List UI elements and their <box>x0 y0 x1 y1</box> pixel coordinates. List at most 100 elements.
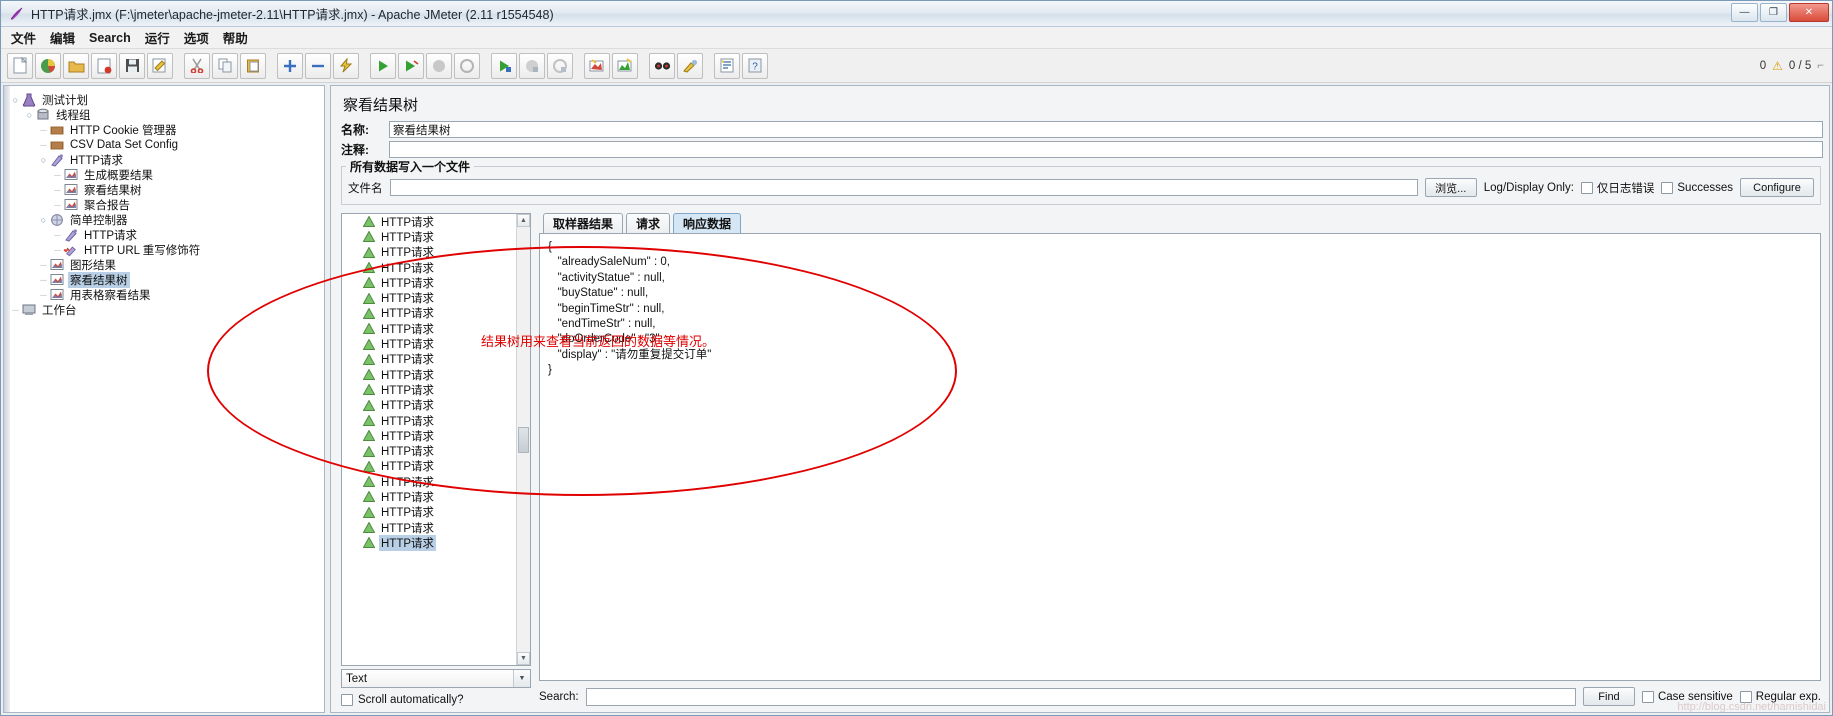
samples-rows[interactable]: HTTP请求 HTTP请求 HTTP请求 HTTP请求 HTTP请求 HTTP请求 HTTP… <box>342 214 530 551</box>
tree-item[interactable]: ○ 测试计划 <box>10 92 324 107</box>
tree-item[interactable]: ─ 察看结果树 <box>10 182 324 197</box>
close-icon[interactable] <box>91 52 117 79</box>
remote-stop-all-icon[interactable] <box>519 52 545 79</box>
sample-result-row[interactable]: HTTP请求 <box>342 489 530 504</box>
collapse-all-icon[interactable] <box>305 52 331 79</box>
tree-item[interactable]: ○ 线程组 <box>10 107 324 122</box>
sample-result-row[interactable]: HTTP请求 <box>342 398 530 413</box>
search-input[interactable] <box>585 687 1576 706</box>
sample-result-row[interactable]: HTTP请求 <box>342 336 530 351</box>
sample-result-row[interactable]: HTTP请求 <box>342 352 530 367</box>
maximize-button[interactable]: ❐ <box>1760 3 1787 22</box>
menu-item-search[interactable]: Search <box>89 31 131 45</box>
filename-input[interactable] <box>389 179 1418 196</box>
tab-response-data[interactable]: 响应数据 <box>673 213 742 233</box>
tree-item[interactable]: ○ 简单控制器 <box>10 212 324 227</box>
test-plan-tree-pane[interactable]: ○ 测试计划 ○ 线程组 ─ HTTP Cookie 管理器 ─ CSV Data Set C… <box>3 85 325 713</box>
tree-expand-handle[interactable]: ○ <box>38 155 49 165</box>
chevron-down-icon[interactable]: ▼ <box>513 670 530 687</box>
tree-item[interactable]: ─ HTTP请求 <box>10 227 324 242</box>
warning-triangle-icon[interactable]: ⚠ <box>1772 59 1783 73</box>
search-icon[interactable] <box>649 52 675 79</box>
help-icon[interactable]: ? <box>742 52 768 79</box>
tree-item[interactable]: ─ HTTP URL 重写修饰符 <box>10 242 324 257</box>
tree-item[interactable]: ○ HTTP请求 <box>10 152 324 167</box>
close-button[interactable]: ✕ <box>1789 3 1829 22</box>
tree-item[interactable]: ─ 察看结果树 <box>10 271 324 288</box>
templates-icon[interactable] <box>35 52 61 79</box>
sample-result-row[interactable]: HTTP请求 <box>342 321 530 336</box>
search-reset-icon[interactable] <box>677 52 703 79</box>
menu-item-run[interactable]: 运行 <box>145 28 170 47</box>
start-icon[interactable] <box>370 52 396 79</box>
tab-sampler-result[interactable]: 取样器结果 <box>543 213 624 233</box>
expand-all-icon[interactable] <box>277 52 303 79</box>
scroll-automatically-box[interactable] <box>341 694 353 706</box>
sample-result-row[interactable]: HTTP请求 <box>342 260 530 275</box>
samples-scrollbar[interactable]: ▲ ▼ <box>516 214 530 665</box>
sample-result-row[interactable]: HTTP请求 <box>342 428 530 443</box>
function-helper-icon[interactable] <box>714 52 740 79</box>
cut-icon[interactable] <box>184 52 210 79</box>
sample-result-row[interactable]: HTTP请求 <box>342 520 530 535</box>
clear-all-icon[interactable] <box>612 52 638 79</box>
tree-item[interactable]: ─ CSV Data Set Config <box>10 137 324 152</box>
menu-item-edit[interactable]: 编辑 <box>50 28 75 47</box>
sample-result-row[interactable]: HTTP请求 <box>342 229 530 244</box>
response-data-text[interactable]: { "alreadySaleNum" : 0, "activityStatue"… <box>539 233 1821 681</box>
shutdown-icon[interactable] <box>454 52 480 79</box>
sample-result-row[interactable]: HTTP请求 <box>342 275 530 290</box>
toggle-icon[interactable] <box>333 52 359 79</box>
clear-icon[interactable] <box>584 52 610 79</box>
remote-shutdown-all-icon[interactable] <box>547 52 573 79</box>
samples-list[interactable]: HTTP请求 HTTP请求 HTTP请求 HTTP请求 HTTP请求 HTTP请求 HTTP… <box>341 213 531 666</box>
paste-icon[interactable] <box>240 52 266 79</box>
start-no-pause-icon[interactable] <box>398 52 424 79</box>
tree-expand-handle[interactable]: ○ <box>24 110 35 120</box>
sample-result-row[interactable]: HTTP请求 <box>342 214 530 229</box>
tree-item[interactable]: ─ 用表格察看结果 <box>10 287 324 302</box>
errors-checkbox[interactable]: 仅日志错误 <box>1580 180 1654 196</box>
scroll-automatically-checkbox[interactable]: Scroll automatically? <box>341 694 531 706</box>
find-button[interactable]: Find <box>1582 687 1635 706</box>
tree-item[interactable]: ─ 聚合报告 <box>10 197 324 212</box>
save-as-icon[interactable] <box>147 52 173 79</box>
tree-expand-handle[interactable]: ○ <box>10 95 21 105</box>
sample-result-row[interactable]: HTTP请求 <box>342 245 530 260</box>
scrollbar-thumb[interactable] <box>518 426 529 453</box>
sample-result-row[interactable]: HTTP请求 <box>342 306 530 321</box>
stop-icon[interactable] <box>426 52 452 79</box>
successes-checkbox-box[interactable] <box>1661 181 1674 194</box>
errors-checkbox-box[interactable] <box>1580 181 1593 194</box>
sample-result-row[interactable]: HTTP请求 <box>342 534 530 551</box>
sample-result-row[interactable]: HTTP请求 <box>342 505 530 520</box>
successes-checkbox[interactable]: Successes <box>1661 181 1733 194</box>
menu-item-help[interactable]: 帮助 <box>223 28 248 47</box>
tree-item[interactable]: ─ HTTP Cookie 管理器 <box>10 122 324 137</box>
sample-result-row[interactable]: HTTP请求 <box>342 474 530 489</box>
save-icon[interactable] <box>119 52 145 79</box>
browse-button[interactable]: 浏览... <box>1424 178 1477 197</box>
open-icon[interactable] <box>63 52 89 79</box>
scroll-down-icon[interactable]: ▼ <box>517 652 530 665</box>
tree-item[interactable]: ─ 图形结果 <box>10 257 324 272</box>
sample-result-row[interactable]: HTTP请求 <box>342 290 530 305</box>
sample-result-row[interactable]: HTTP请求 <box>342 413 530 428</box>
menu-item-options[interactable]: 选项 <box>184 28 209 47</box>
case-sensitive-box[interactable] <box>1641 690 1654 703</box>
name-input[interactable]: 察看结果树 <box>389 121 1823 138</box>
sample-result-row[interactable]: HTTP请求 <box>342 382 530 397</box>
tree-item[interactable]: ─ 工作台 <box>10 302 324 317</box>
remote-start-all-icon[interactable] <box>491 52 517 79</box>
minimize-button[interactable]: — <box>1731 3 1758 22</box>
test-plan-tree[interactable]: ○ 测试计划 ○ 线程组 ─ HTTP Cookie 管理器 ─ CSV Data Set C… <box>4 86 324 317</box>
copy-icon[interactable] <box>212 52 238 79</box>
configure-button[interactable]: Configure <box>1740 178 1814 197</box>
result-tabs[interactable]: 取样器结果 请求 响应数据 <box>539 213 1821 233</box>
sample-result-row[interactable]: HTTP请求 <box>342 367 530 382</box>
render-combo[interactable]: Text ▼ <box>341 669 531 688</box>
sample-result-row[interactable]: HTTP请求 <box>342 443 530 458</box>
scroll-up-icon[interactable]: ▲ <box>517 214 530 227</box>
comment-input[interactable] <box>389 141 1823 158</box>
tree-item[interactable]: ─ 生成概要结果 <box>10 167 324 182</box>
